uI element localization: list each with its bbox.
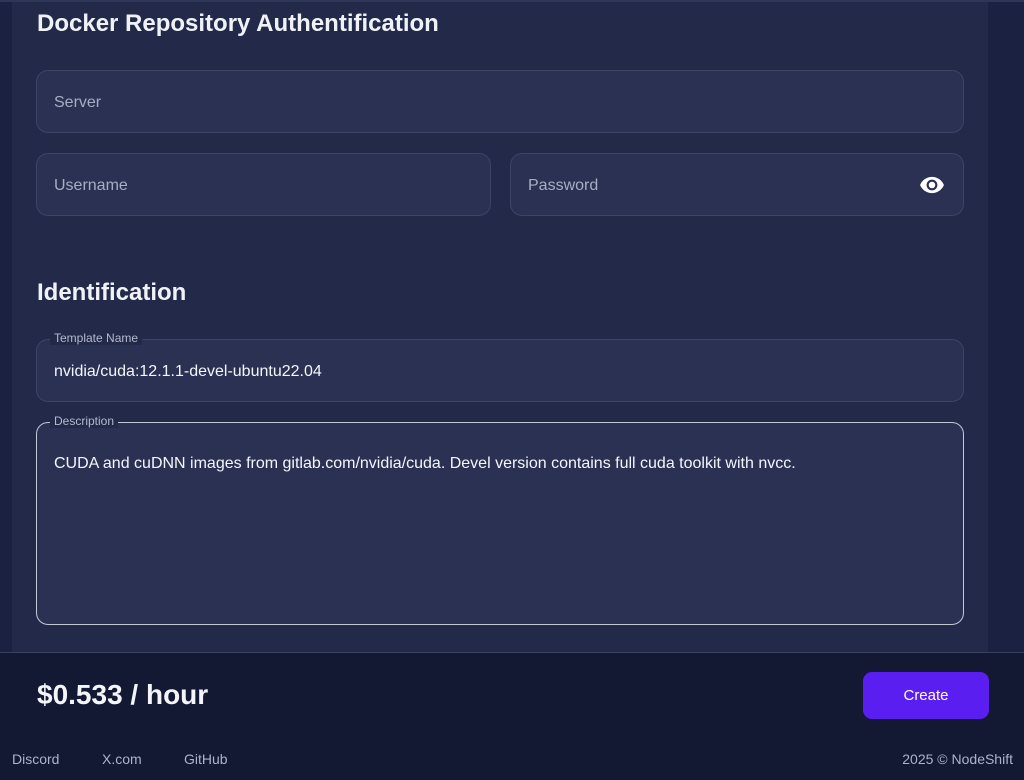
username-placeholder: Username: [54, 177, 128, 194]
eye-icon[interactable]: [919, 172, 945, 198]
github-link[interactable]: GitHub: [184, 752, 228, 766]
template-name-value: nvidia/cuda:12.1.1-devel-ubuntu22.04: [54, 363, 322, 380]
docker-auth-title: Docker Repository Authentification: [37, 10, 439, 37]
discord-link[interactable]: Discord: [12, 752, 59, 766]
template-name-input[interactable]: nvidia/cuda:12.1.1-devel-ubuntu22.04: [36, 339, 964, 402]
username-input[interactable]: Username: [36, 153, 491, 216]
server-placeholder: Server: [54, 94, 102, 111]
price-per-hour: $0.533 / hour: [37, 679, 209, 710]
description-textarea[interactable]: CUDA and cuDNN images from gitlab.com/nv…: [36, 422, 964, 625]
password-placeholder: Password: [528, 177, 599, 194]
password-input[interactable]: Password: [510, 153, 964, 216]
description-label: Description: [50, 414, 119, 428]
server-input[interactable]: Server: [36, 70, 964, 133]
x-com-link[interactable]: X.com: [102, 752, 142, 766]
description-value: CUDA and cuDNN images from gitlab.com/nv…: [54, 455, 796, 472]
template-name-label: Template Name: [50, 331, 143, 345]
identification-title: Identification: [37, 279, 187, 306]
create-button[interactable]: Create: [863, 672, 989, 719]
copyright: 2025 © NodeShift: [902, 751, 1013, 767]
